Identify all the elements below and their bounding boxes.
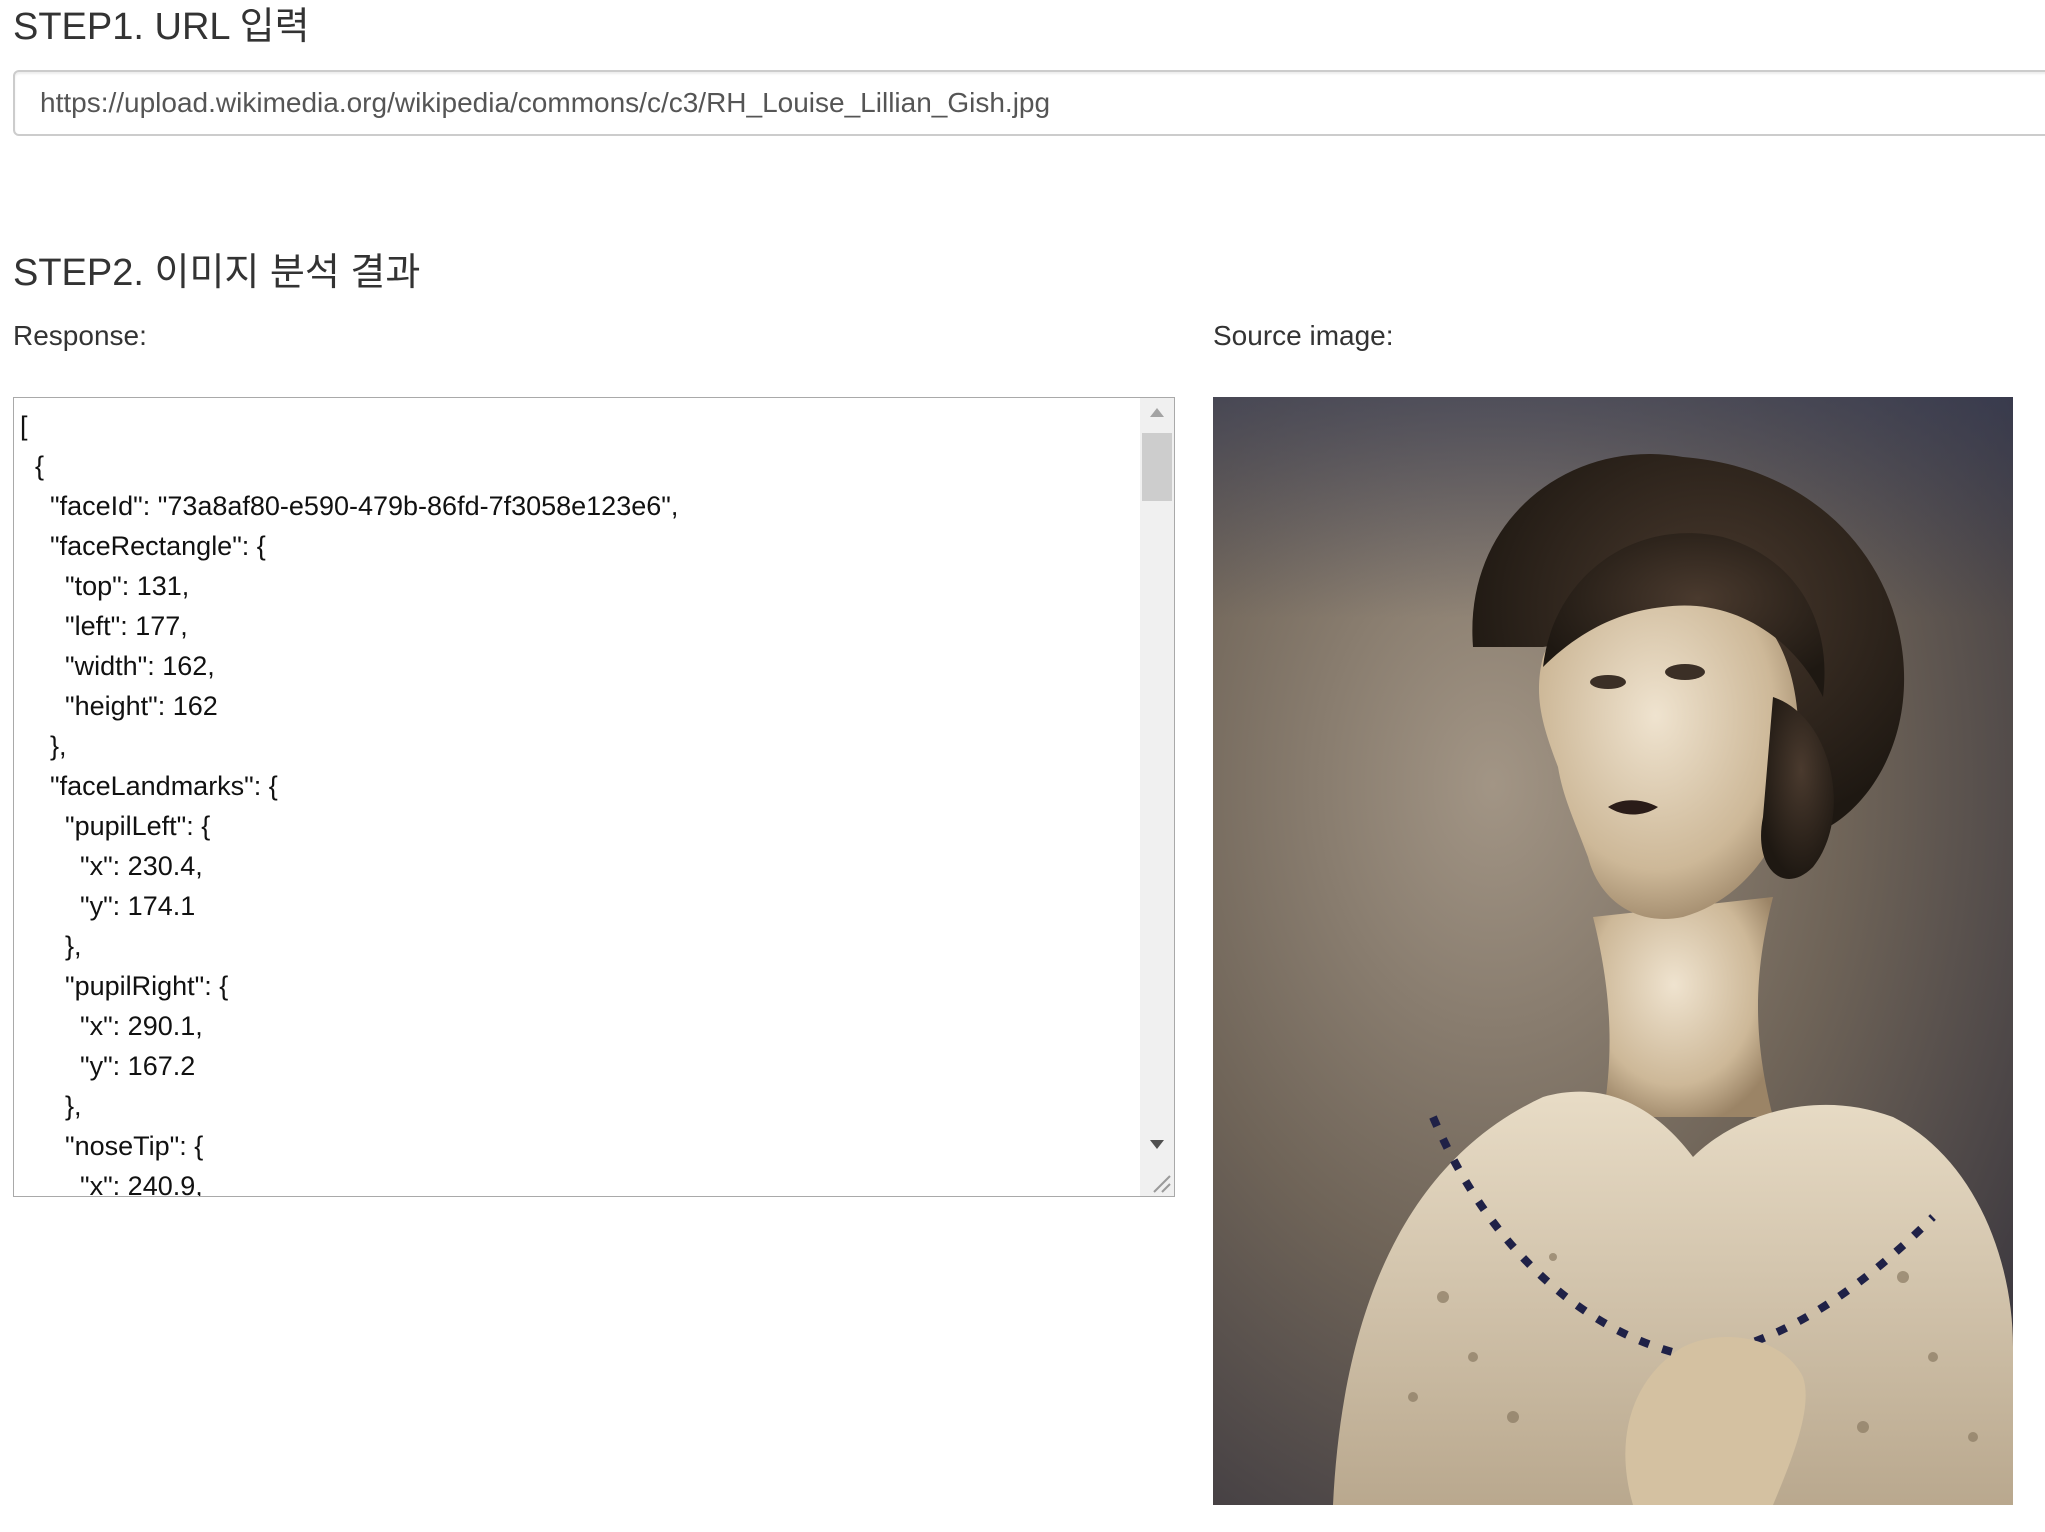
step1-title: STEP1. URL 입력 xyxy=(13,6,310,48)
scroll-down-arrow-icon[interactable] xyxy=(1150,1140,1164,1149)
source-image xyxy=(1213,397,2013,1505)
response-label: Response: xyxy=(13,320,147,351)
source-image-label: Source image: xyxy=(1213,320,1394,351)
url-input[interactable] xyxy=(13,70,2045,136)
scroll-thumb[interactable] xyxy=(1142,433,1172,501)
resize-grip-icon[interactable] xyxy=(1140,1162,1174,1196)
response-textarea[interactable]: [ { "faceId": "73a8af80-e590-479b-86fd-7… xyxy=(13,397,1175,1197)
response-json-text[interactable]: [ { "faceId": "73a8af80-e590-479b-86fd-7… xyxy=(14,398,1138,1196)
scroll-up-arrow-icon[interactable] xyxy=(1150,408,1164,417)
response-scrollbar[interactable] xyxy=(1140,398,1174,1196)
step2-title: STEP2. 이미지 분석 결과 xyxy=(13,252,421,294)
